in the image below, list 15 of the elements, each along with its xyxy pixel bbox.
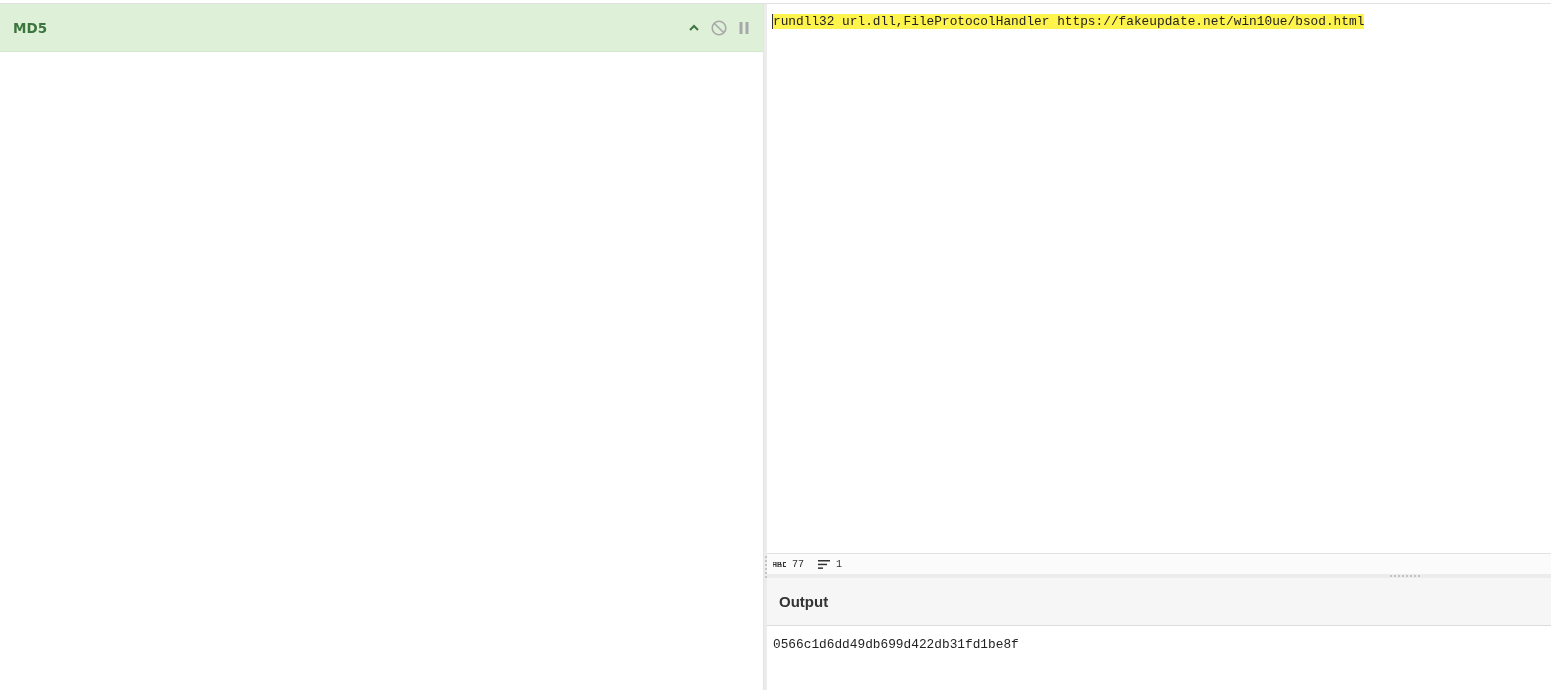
- line-count: 1: [836, 558, 843, 570]
- text-length-icon: [773, 561, 786, 567]
- disable-icon[interactable]: [711, 19, 727, 36]
- character-count: 77: [792, 558, 804, 570]
- collapse-chevron-icon[interactable]: [689, 24, 699, 31]
- recipe-operation[interactable]: MD5: [0, 4, 763, 52]
- resize-handle[interactable]: [1390, 575, 1422, 577]
- input-text: rundll32 url.dll,FileProtocolHandler https://fakeupdate.net/win10ue/bsod.html: [772, 14, 1365, 29]
- resize-handle[interactable]: [765, 556, 767, 580]
- output-title: Output: [779, 593, 829, 610]
- output-text: 0566c1d6dd49db699d422db31fd1be8f: [773, 637, 1019, 652]
- lines-icon: [818, 559, 830, 569]
- pause-icon[interactable]: [739, 21, 749, 34]
- input-field[interactable]: rundll32 url.dll,FileProtocolHandler https://fakeupdate.net/win10ue/bsod.html: [767, 4, 1551, 553]
- operation-name: MD5: [13, 19, 49, 36]
